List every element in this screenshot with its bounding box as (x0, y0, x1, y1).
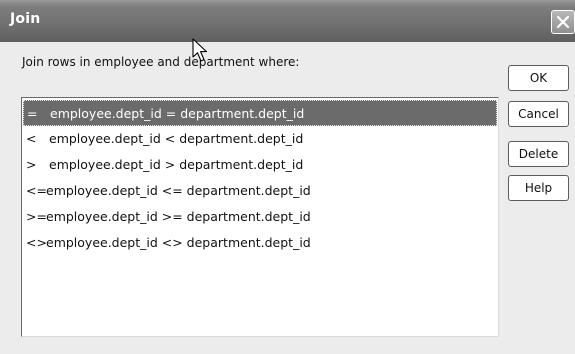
operator-label: <= (26, 183, 47, 198)
condition-expression: employee.dept_id <> department.dept_id (46, 235, 311, 250)
list-item-le[interactable]: <= employee.dept_id <= department.dept_i… (23, 178, 497, 204)
list-item-gt[interactable]: > employee.dept_id > department.dept_id (23, 152, 497, 178)
list-item-ge[interactable]: >= employee.dept_id >= department.dept_i… (23, 204, 497, 230)
operator-label: < (26, 131, 37, 146)
list-item-ne[interactable]: <> employee.dept_id <> department.dept_i… (23, 230, 497, 256)
operator-label: > (26, 157, 37, 172)
condition-expression: employee.dept_id >= department.dept_id (46, 209, 311, 224)
ok-button[interactable]: OK (508, 65, 569, 91)
join-conditions-list[interactable]: = employee.dept_id = department.dept_id … (21, 97, 499, 337)
condition-expression: employee.dept_id < department.dept_id (49, 131, 304, 146)
title-bar[interactable]: Join (0, 0, 575, 42)
close-button[interactable] (551, 10, 575, 34)
list-item-eq[interactable]: = employee.dept_id = department.dept_id (23, 100, 497, 126)
condition-expression: employee.dept_id <= department.dept_id (46, 183, 311, 198)
join-dialog: Join Join rows in employee and departmen… (0, 0, 575, 354)
list-item-lt[interactable]: < employee.dept_id < department.dept_id (23, 126, 497, 152)
close-icon (556, 15, 570, 29)
cancel-button[interactable]: Cancel (508, 101, 569, 127)
condition-expression: employee.dept_id > department.dept_id (49, 157, 304, 172)
operator-label: >= (26, 209, 47, 224)
operator-label: = (27, 106, 38, 121)
join-prompt-label: Join rows in employee and department whe… (22, 55, 300, 69)
dialog-title: Join (10, 11, 41, 27)
help-button[interactable]: Help (508, 175, 569, 201)
delete-button[interactable]: Delete (508, 141, 569, 167)
operator-label: <> (26, 235, 47, 250)
mouse-pointer-icon (192, 38, 208, 62)
condition-expression: employee.dept_id = department.dept_id (50, 106, 305, 121)
